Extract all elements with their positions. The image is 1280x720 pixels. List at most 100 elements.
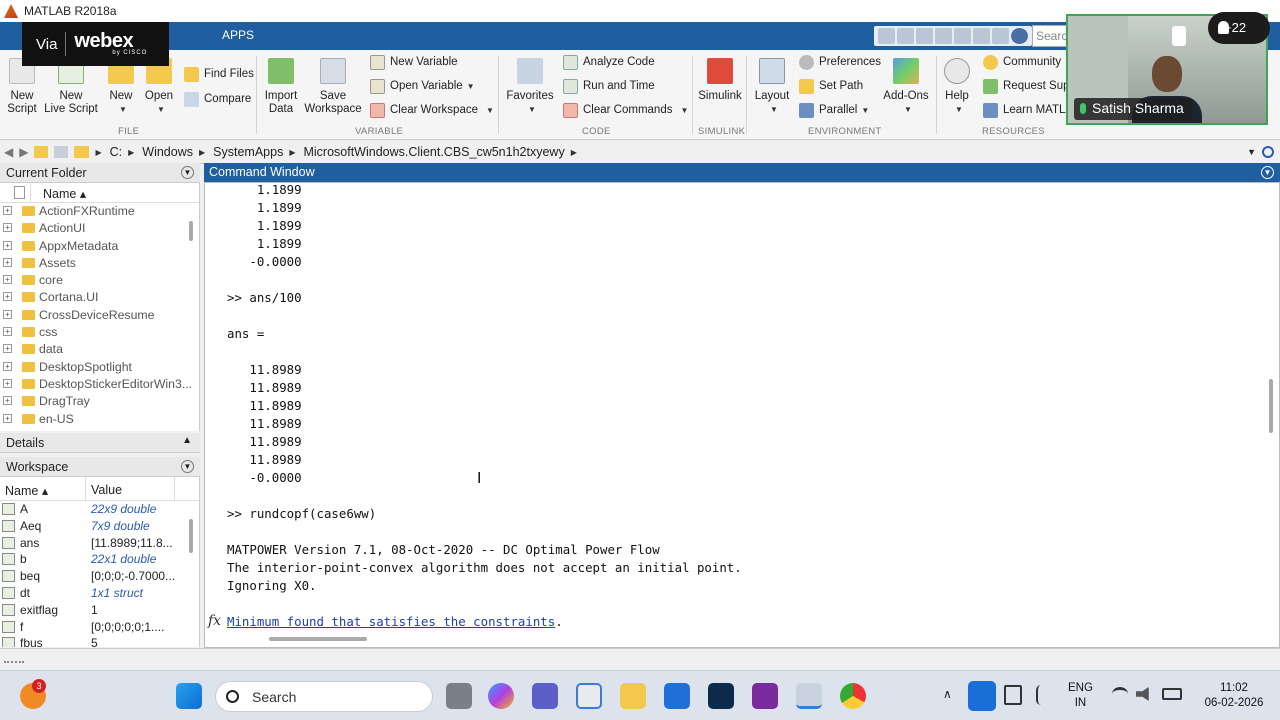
expand-icon[interactable]: + xyxy=(3,240,12,250)
expand-icon[interactable]: + xyxy=(3,361,12,371)
new-button[interactable]: New ▼ xyxy=(106,58,136,116)
workspace-variable-row[interactable]: dt 1x1 struct xyxy=(0,585,199,602)
microphone-icon[interactable] xyxy=(968,681,996,711)
expand-icon[interactable]: + xyxy=(3,275,12,285)
folder-list-item[interactable]: + ActionFXRuntime xyxy=(0,203,199,220)
folder-list-item[interactable]: + core xyxy=(0,272,199,289)
compare-button[interactable]: Compare xyxy=(184,90,251,108)
clear-workspace-button[interactable]: Clear Workspace ▼ xyxy=(370,101,494,119)
folder-list-item[interactable]: + DragTray xyxy=(0,393,199,410)
documentation-search-input[interactable]: Search xyxy=(1032,25,1074,47)
simulink-button[interactable]: Simulink xyxy=(698,58,742,103)
folder-list-item[interactable]: + CrossDeviceResume xyxy=(0,307,199,324)
redo-icon[interactable] xyxy=(973,28,990,44)
forward-arrow-icon[interactable]: ▶ xyxy=(19,145,28,159)
expand-icon[interactable]: + xyxy=(3,344,12,354)
folder-list-item[interactable]: + AppxMetadata xyxy=(0,238,199,255)
layout-button[interactable]: Layout ▼ xyxy=(752,58,792,116)
panel-menu-icon[interactable]: ▼ xyxy=(1261,166,1274,179)
workspace-variable-row[interactable]: f [0;0;0;0;0;1.... xyxy=(0,619,199,636)
column-name[interactable]: Name ▴ xyxy=(43,186,86,201)
find-files-button[interactable]: Find Files xyxy=(184,65,254,83)
help-button[interactable]: Help ▼ xyxy=(942,58,972,116)
browse-folder-icon[interactable] xyxy=(54,146,69,158)
workspace-variable-row[interactable]: b 22x1 double xyxy=(0,551,199,568)
path-segment[interactable]: SystemApps xyxy=(213,145,283,159)
language-indicator[interactable]: ENG IN xyxy=(1068,681,1093,711)
teams-icon[interactable] xyxy=(532,683,558,709)
expand-icon[interactable]: + xyxy=(3,309,12,319)
expand-icon[interactable]: + xyxy=(3,327,12,337)
switch-windows-icon[interactable] xyxy=(992,28,1009,44)
command-window-header[interactable]: Command Window ▼ xyxy=(204,163,1280,182)
new-variable-button[interactable]: New Variable xyxy=(370,53,458,71)
save-icon[interactable] xyxy=(878,28,895,44)
mail-icon[interactable] xyxy=(664,683,690,709)
import-data-button[interactable]: Import Data xyxy=(262,58,300,116)
run-and-time-button[interactable]: Run and Time xyxy=(563,77,655,95)
open-variable-button[interactable]: Open Variable ▼ xyxy=(370,77,475,95)
learn-matlab-button[interactable]: Learn MATLA xyxy=(983,101,1073,119)
chevron-up-icon[interactable]: ∧ xyxy=(943,687,952,701)
collapse-icon[interactable]: ▲ xyxy=(182,435,192,446)
expand-icon[interactable]: + xyxy=(3,396,12,406)
folder-list-item[interactable]: + Assets xyxy=(0,255,199,272)
task-view-icon[interactable] xyxy=(446,683,472,709)
clock[interactable]: 11:02 06-02-2026 xyxy=(1196,681,1272,711)
details-header[interactable]: Details ▲ xyxy=(0,433,200,453)
folder-scrollbar[interactable] xyxy=(189,221,193,241)
command-window-hscrollbar[interactable] xyxy=(269,637,367,641)
folder-list-item[interactable]: + DesktopStickerEditorWin3... xyxy=(0,376,199,393)
workspace-variable-row[interactable]: A 22x9 double xyxy=(0,501,199,518)
help-icon[interactable] xyxy=(1011,28,1028,44)
command-prompt-line[interactable]: fx Minimum found that satisfies the cons… xyxy=(205,613,1265,631)
paste-icon[interactable] xyxy=(935,28,952,44)
wifi-icon[interactable] xyxy=(1112,687,1128,701)
set-path-button[interactable]: Set Path xyxy=(799,77,863,95)
clear-commands-button[interactable]: Clear Commands ▼ xyxy=(563,101,688,119)
save-workspace-button[interactable]: Save Workspace xyxy=(304,58,362,116)
copilot-icon[interactable] xyxy=(488,683,514,709)
panel-menu-icon[interactable]: ▼ xyxy=(181,460,194,473)
expand-icon[interactable]: + xyxy=(3,413,12,423)
request-support-button[interactable]: Request Supp xyxy=(983,77,1076,95)
location-icon[interactable] xyxy=(1004,685,1022,705)
new-script-button[interactable]: New Script xyxy=(4,58,40,116)
workspace-variable-row[interactable]: ans [11.8989;11.8... xyxy=(0,535,199,552)
add-ons-button[interactable]: Add-Ons ▼ xyxy=(882,58,930,116)
up-folder-icon[interactable] xyxy=(34,146,49,158)
store-icon[interactable] xyxy=(576,683,602,709)
matlab-taskbar-icon[interactable] xyxy=(796,683,822,709)
folder-list-item[interactable]: + ActionUI xyxy=(0,220,199,237)
pen-icon[interactable] xyxy=(1036,685,1054,705)
expand-icon[interactable]: + xyxy=(3,292,12,302)
taskbar-search[interactable]: Search xyxy=(215,681,433,712)
favorites-button[interactable]: Favorites ▼ xyxy=(506,58,554,116)
workspace-variable-row[interactable]: fbus 5 xyxy=(0,635,199,647)
participants-badge[interactable]: +22 xyxy=(1208,12,1270,44)
file-explorer-icon[interactable] xyxy=(620,683,646,709)
current-folder-header[interactable]: Current Folder ▼ xyxy=(0,163,200,183)
workspace-variable-row[interactable]: exitflag 1 xyxy=(0,602,199,619)
path-segment[interactable]: C: xyxy=(110,145,123,159)
folder-list-item[interactable]: + data xyxy=(0,341,199,358)
open-button[interactable]: Open ▼ xyxy=(144,58,174,116)
expand-icon[interactable]: + xyxy=(3,206,12,215)
expand-icon[interactable]: + xyxy=(3,223,12,233)
expand-icon[interactable]: + xyxy=(3,257,12,267)
workspace-header[interactable]: Workspace ▼ xyxy=(0,457,200,477)
onenote-icon[interactable] xyxy=(752,683,778,709)
workspace-variable-row[interactable]: Aeq 7x9 double xyxy=(0,518,199,535)
path-segment[interactable]: Windows xyxy=(142,145,193,159)
column-name[interactable]: Name ▴ xyxy=(5,483,48,498)
volume-icon[interactable] xyxy=(1136,687,1149,701)
back-arrow-icon[interactable]: ◀ xyxy=(4,145,13,159)
function-browser-icon[interactable]: fx xyxy=(208,613,221,629)
analyze-code-button[interactable]: Analyze Code xyxy=(563,53,655,71)
panel-menu-icon[interactable]: ▼ xyxy=(181,166,194,179)
copy-icon[interactable] xyxy=(916,28,933,44)
workspace-variable-row[interactable]: beq [0;0;0;-0.7000... xyxy=(0,568,199,585)
command-window-vscrollbar[interactable] xyxy=(1269,379,1273,433)
cut-icon[interactable] xyxy=(897,28,914,44)
expand-icon[interactable]: + xyxy=(3,378,12,388)
